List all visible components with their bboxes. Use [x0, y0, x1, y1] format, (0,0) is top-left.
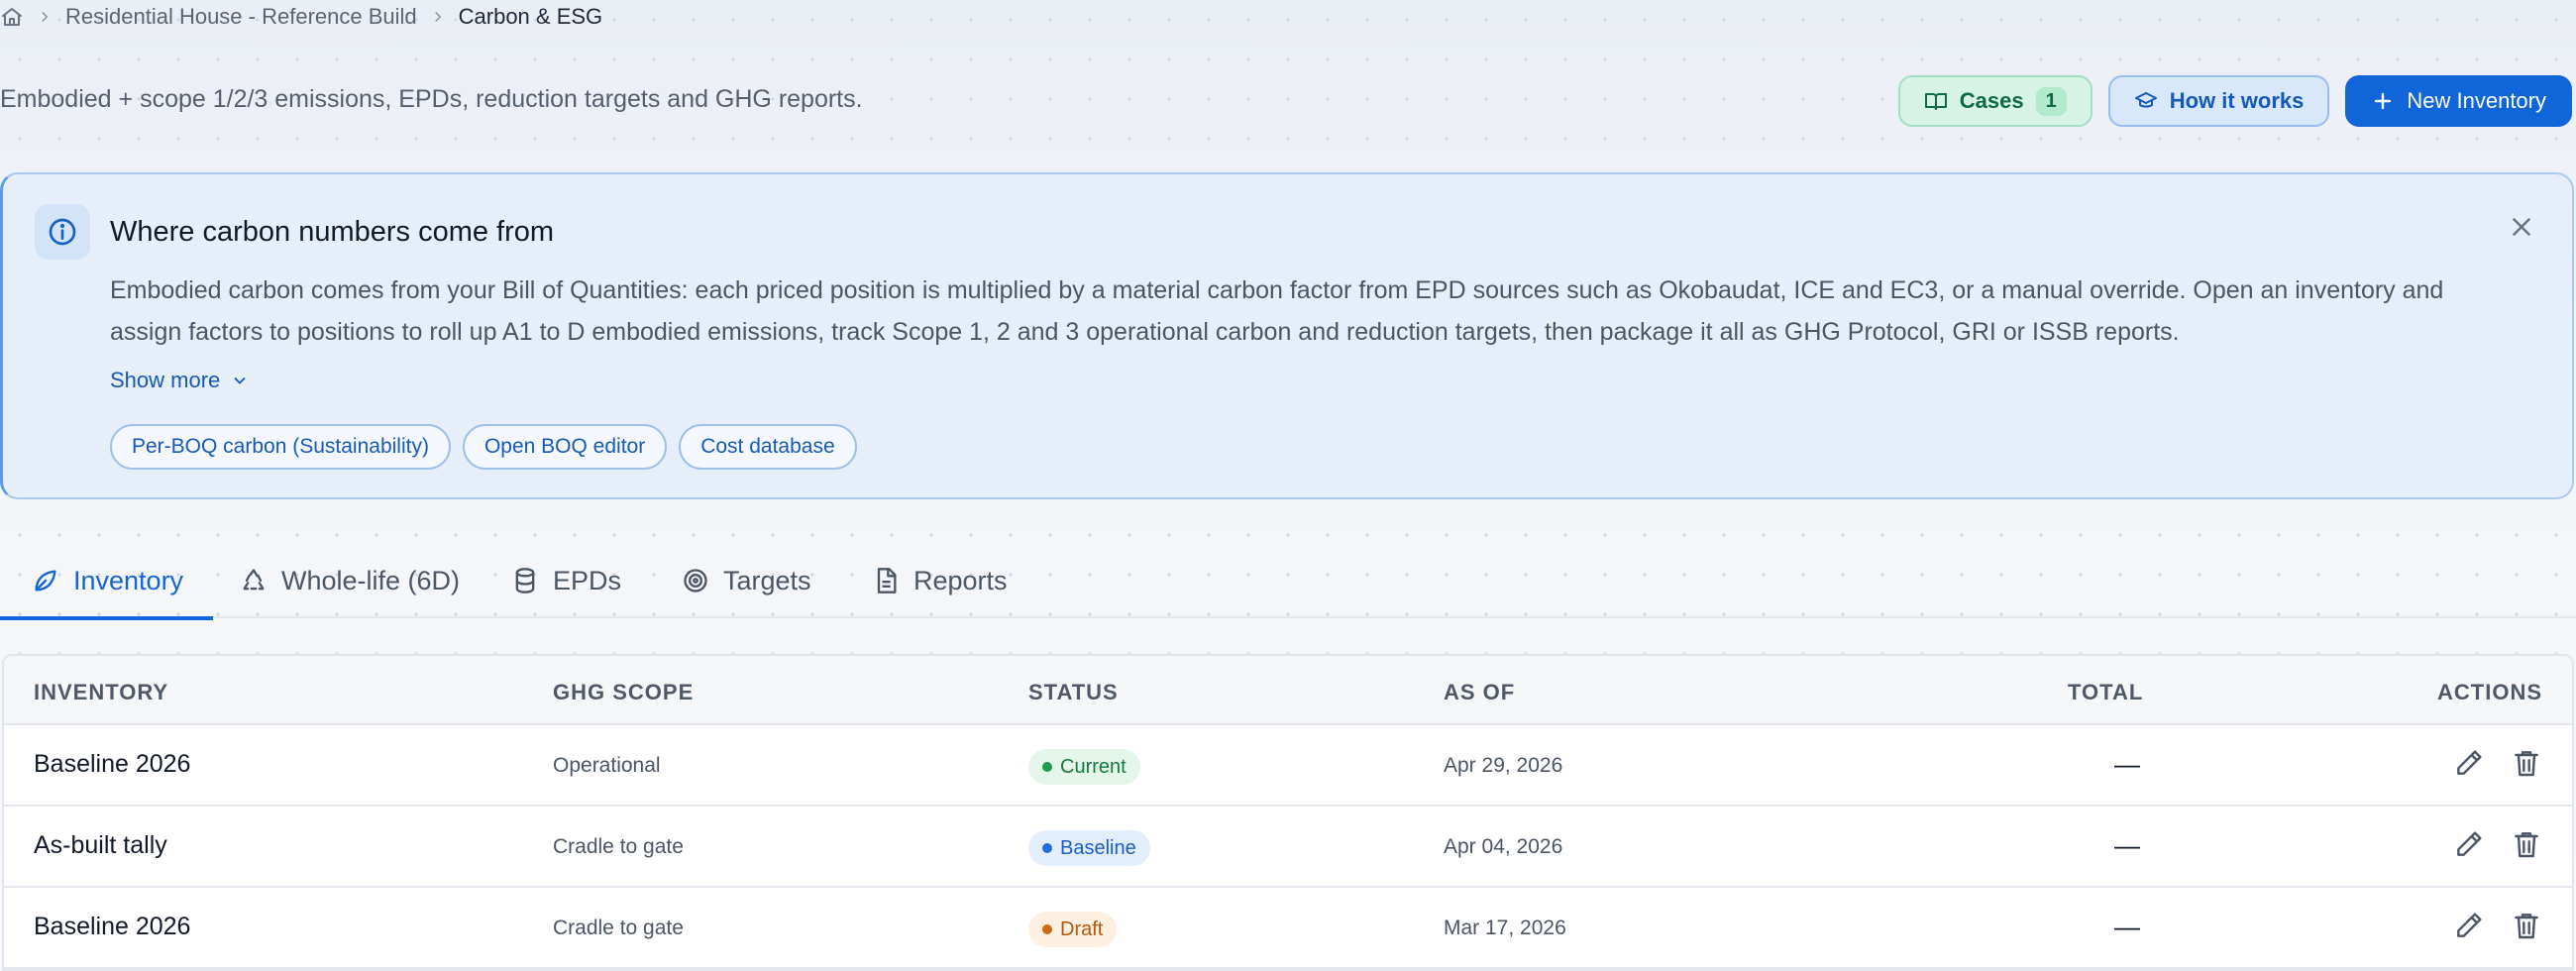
header-actions: Cases 1 How it works New Inventory	[1897, 75, 2572, 127]
inventory-name[interactable]: Baseline 2026	[34, 913, 190, 941]
as-of-date: Apr 04, 2026	[1444, 835, 1563, 858]
info-icon	[35, 204, 90, 260]
chip-per-boq-carbon[interactable]: Per-BOQ carbon (Sustainability)	[110, 424, 451, 470]
ghg-scope: Cradle to gate	[553, 835, 684, 858]
pencil-icon[interactable]	[2453, 747, 2485, 779]
column-header-scope[interactable]: GHG SCOPE	[553, 680, 694, 705]
recycle-icon	[240, 567, 268, 594]
column-header-inventory[interactable]: INVENTORY	[34, 680, 168, 705]
close-icon[interactable]	[2507, 212, 2536, 242]
cases-button[interactable]: Cases 1	[1897, 75, 2093, 127]
chevron-down-icon	[230, 371, 250, 390]
cases-label: Cases	[1959, 88, 2024, 113]
total-value: —	[2114, 830, 2140, 860]
chip-cost-database[interactable]: Cost database	[679, 424, 857, 470]
trash-icon[interactable]	[2511, 828, 2542, 860]
column-header-total[interactable]: TOTAL	[2068, 680, 2143, 705]
tab-label: Reports	[913, 565, 1008, 595]
as-of-date: Apr 29, 2026	[1444, 754, 1563, 777]
as-of-date: Mar 17, 2026	[1444, 917, 1566, 939]
row-actions	[2453, 910, 2542, 941]
tab-label: Inventory	[73, 565, 184, 595]
status-dot	[1042, 843, 1052, 853]
row-actions	[2453, 828, 2542, 860]
file-text-icon	[872, 567, 900, 594]
chevron-right-icon	[429, 8, 447, 26]
leaf-icon	[32, 567, 59, 594]
table-row[interactable]: Baseline 2026 Operational Current Apr 29…	[4, 725, 2572, 807]
column-header-actions: ACTIONS	[2437, 680, 2542, 704]
breadcrumb: Residential House - Reference Build Carb…	[0, 0, 602, 34]
tab-reports[interactable]: Reports	[872, 543, 1008, 618]
ghg-scope: Operational	[553, 754, 661, 777]
status-label: Baseline	[1060, 836, 1136, 859]
breadcrumb-project-link[interactable]: Residential House - Reference Build	[65, 4, 417, 30]
new-inventory-label: New Inventory	[2407, 88, 2546, 113]
ghg-scope: Cradle to gate	[553, 917, 684, 939]
info-chips: Per-BOQ carbon (Sustainability) Open BOQ…	[110, 424, 857, 470]
status-label: Draft	[1060, 917, 1104, 940]
info-panel: Where carbon numbers come from Embodied …	[0, 172, 2574, 499]
info-body-line: Embodied carbon comes from your Bill of …	[110, 276, 2444, 304]
inventory-name[interactable]: As-built tally	[34, 831, 167, 860]
info-title: Where carbon numbers come from	[110, 216, 555, 248]
status-badge: Baseline	[1028, 830, 1150, 866]
tab-label: EPDs	[553, 565, 622, 595]
tab-bar: Inventory Whole-life (6D) EPDs Targets R…	[0, 543, 2576, 620]
trash-icon[interactable]	[2511, 910, 2542, 941]
show-more-link[interactable]: Show more	[110, 368, 250, 393]
status-cell: Baseline	[1028, 830, 1150, 866]
how-it-works-label: How it works	[2169, 88, 2305, 113]
breadcrumb-current: Carbon & ESG	[458, 4, 603, 29]
plus-icon	[2371, 89, 2395, 113]
tab-label: Whole-life (6D)	[281, 565, 461, 595]
book-open-icon	[1924, 89, 1948, 113]
row-actions	[2453, 747, 2542, 779]
pencil-icon[interactable]	[2453, 910, 2485, 941]
chip-open-boq-editor[interactable]: Open BOQ editor	[462, 424, 668, 470]
info-body: Embodied carbon comes from your Bill of …	[110, 270, 2468, 353]
column-header-status[interactable]: STATUS	[1028, 680, 1119, 705]
status-cell: Draft	[1028, 912, 1118, 947]
inventory-table: INVENTORY GHG SCOPE STATUS AS OF TOTAL A…	[2, 654, 2574, 971]
total-value: —	[2114, 912, 2140, 941]
total-value: —	[2114, 749, 2140, 779]
tab-label: Targets	[723, 565, 811, 595]
status-cell: Current	[1028, 749, 1140, 785]
status-badge: Current	[1028, 749, 1140, 785]
status-dot	[1042, 762, 1052, 772]
status-badge: Draft	[1028, 912, 1118, 947]
pencil-icon[interactable]	[2453, 828, 2485, 860]
tab-epds[interactable]: EPDs	[511, 543, 621, 618]
table-header: INVENTORY GHG SCOPE STATUS AS OF TOTAL A…	[4, 656, 2572, 725]
table-row[interactable]: Baseline 2026 Cradle to gate Draft Mar 1…	[4, 888, 2572, 969]
cases-count-badge: 1	[2035, 86, 2067, 116]
inventory-name[interactable]: Baseline 2026	[34, 750, 190, 779]
trash-icon[interactable]	[2511, 747, 2542, 779]
graduation-cap-icon	[2134, 89, 2158, 113]
page-subtitle: Embodied + scope 1/2/3 emissions, EPDs, …	[0, 85, 863, 113]
tab-targets[interactable]: Targets	[682, 543, 811, 618]
chevron-right-icon	[36, 8, 54, 26]
tab-whole-life[interactable]: Whole-life (6D)	[240, 543, 460, 618]
table-row[interactable]: As-built tally Cradle to gate Baseline A…	[4, 807, 2572, 888]
status-dot	[1042, 924, 1052, 934]
tab-inventory[interactable]: Inventory	[0, 543, 214, 620]
how-it-works-button[interactable]: How it works	[2107, 75, 2330, 127]
status-label: Current	[1060, 755, 1127, 778]
database-icon	[511, 567, 539, 594]
show-more-label: Show more	[110, 368, 221, 392]
column-header-as-of[interactable]: AS OF	[1444, 680, 1515, 705]
home-icon[interactable]	[0, 5, 24, 29]
info-body-line: assign factors to positions to roll up A…	[110, 318, 2180, 346]
target-icon	[682, 567, 709, 594]
new-inventory-button[interactable]: New Inventory	[2345, 75, 2572, 127]
